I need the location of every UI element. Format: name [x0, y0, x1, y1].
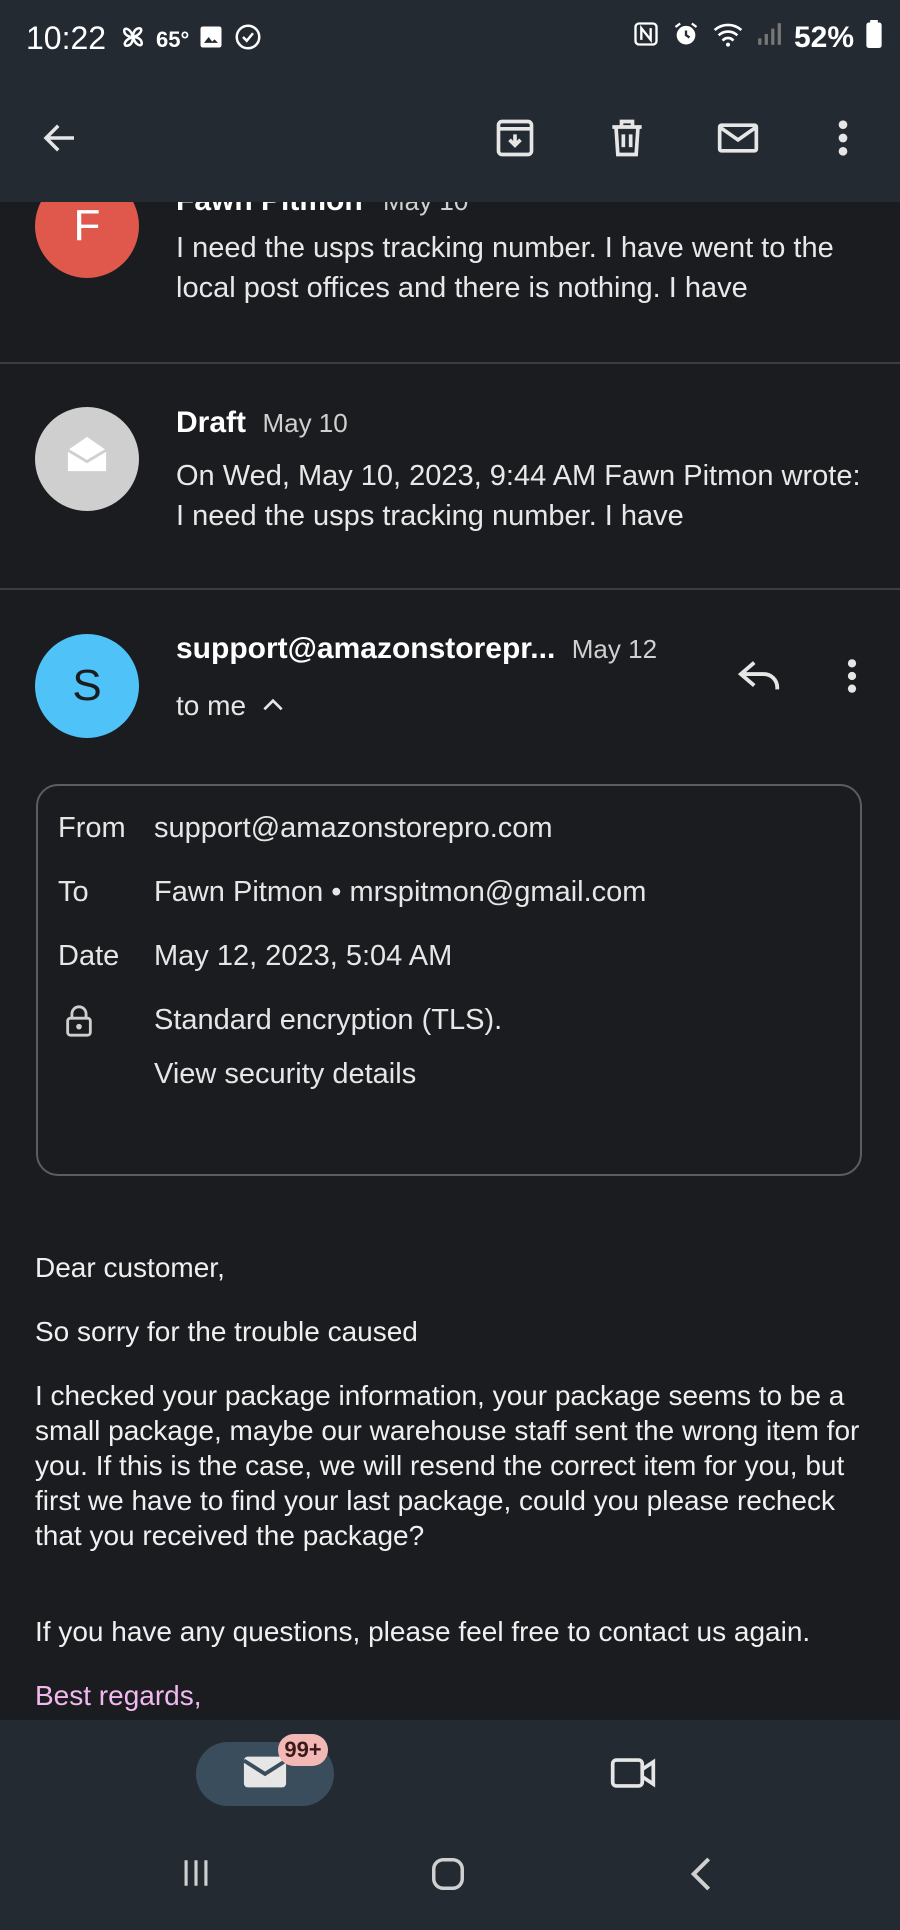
- collapsed-preview: I need the usps tracking number. I have …: [176, 232, 834, 304]
- battery-percent: 52%: [793, 21, 854, 54]
- avatar: F: [35, 202, 139, 278]
- image-icon: [197, 23, 225, 57]
- delete-icon: [605, 116, 649, 165]
- nfc-icon: [632, 20, 660, 56]
- sender-avatar-letter: S: [72, 661, 102, 710]
- status-right-icons: 52%: [632, 20, 882, 56]
- thread-content[interactable]: Fawn Pitmon May 10 F I need the usps tra…: [0, 202, 900, 1720]
- wifi-icon: [712, 20, 744, 56]
- sender-avatar: S: [35, 634, 139, 738]
- status-time: 10:22: [26, 20, 107, 56]
- draft-date: May 10: [262, 408, 348, 438]
- collapsed-sender: Fawn Pitmon: [176, 202, 363, 217]
- alarm-icon: [672, 20, 700, 56]
- system-back-button[interactable]: [680, 1854, 724, 1898]
- view-security-details-link[interactable]: View security details: [154, 1058, 416, 1091]
- back-arrow-icon: [39, 117, 81, 164]
- message-details-box: From support@amazonstorepro.com To Fawn …: [36, 784, 862, 1176]
- divider: [0, 362, 900, 364]
- unread-badge: 99+: [278, 1734, 328, 1766]
- mark-unread-icon: [714, 116, 762, 165]
- status-bar: 10:22 65° 52%: [0, 0, 900, 80]
- pinwheel-icon: [118, 22, 148, 58]
- battery-icon: [866, 20, 882, 56]
- collapsed-date: May 10: [383, 202, 468, 216]
- encryption-text: Standard encryption (TLS).: [154, 1004, 503, 1036]
- avatar-letter: F: [73, 202, 101, 250]
- more-options-button[interactable]: [813, 110, 873, 170]
- date-label: Date: [58, 940, 120, 972]
- body-closing: Best regards,: [35, 1680, 202, 1711]
- sender-name: support@amazonstorepr...: [176, 632, 556, 665]
- message-date: May 12: [571, 634, 658, 664]
- recents-button[interactable]: [176, 1855, 216, 1895]
- archive-button[interactable]: [485, 110, 545, 170]
- home-icon: [429, 1855, 467, 1898]
- draft-avatar: [35, 407, 139, 511]
- reply-icon: [737, 658, 783, 699]
- to-label: To: [58, 876, 89, 908]
- status-left-icons: 65°: [118, 22, 263, 58]
- check-circle-icon: [233, 22, 263, 58]
- recents-icon: [178, 1856, 214, 1895]
- date-value: May 12, 2023, 5:04 AM: [154, 940, 453, 972]
- recipient-line: to me: [176, 690, 247, 721]
- meet-tab[interactable]: [608, 1750, 658, 1800]
- from-label: From: [58, 812, 126, 844]
- bottom-nav: 99+: [0, 1720, 900, 1930]
- draft-preview: On Wed, May 10, 2023, 9:44 AM Fawn Pitmo…: [176, 460, 861, 532]
- divider: [0, 588, 900, 590]
- more-vert-icon: [835, 118, 851, 163]
- from-value[interactable]: support@amazonstorepro.com: [154, 812, 553, 845]
- to-value[interactable]: Fawn Pitmon • mrspitmon@gmail.com: [154, 876, 646, 909]
- reply-button[interactable]: [730, 648, 790, 708]
- body-line-2: If you have any questions, please feel f…: [35, 1616, 811, 1647]
- draft-label: Draft: [176, 406, 247, 439]
- message-more-button[interactable]: [832, 648, 872, 708]
- more-vert-icon: [845, 657, 859, 700]
- home-button[interactable]: [426, 1854, 470, 1898]
- video-icon: [609, 1754, 657, 1797]
- mark-unread-button[interactable]: [708, 110, 768, 170]
- envelope-open-icon: [64, 433, 110, 486]
- lock-icon: [64, 1004, 94, 1043]
- delete-button[interactable]: [597, 110, 657, 170]
- temperature: 65°: [156, 27, 190, 52]
- body-paragraph: I checked your package information, your…: [35, 1380, 860, 1551]
- body-line-1: So sorry for the trouble caused: [35, 1316, 418, 1347]
- details-toggle[interactable]: to me: [176, 690, 286, 722]
- back-button[interactable]: [30, 110, 90, 170]
- archive-icon: [493, 116, 537, 165]
- chevron-left-icon: [687, 1854, 717, 1899]
- signal-icon: [756, 21, 782, 55]
- chevron-up-icon: [260, 690, 286, 722]
- toolbar: [0, 80, 900, 202]
- body-greeting: Dear customer,: [35, 1252, 225, 1283]
